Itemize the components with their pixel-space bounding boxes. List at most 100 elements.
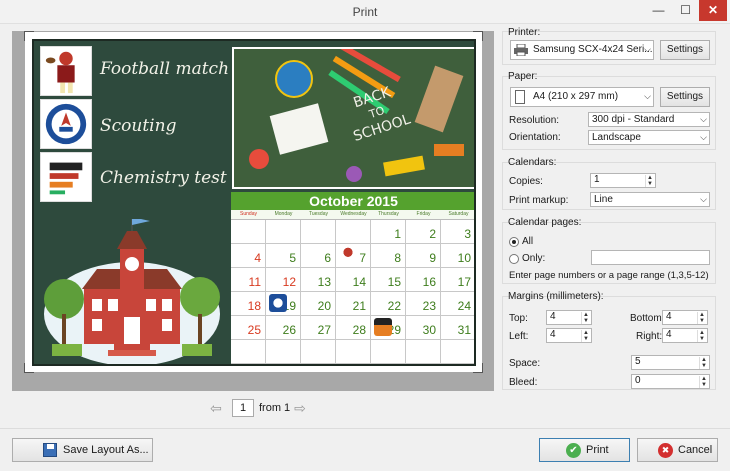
weekday-label: Friday bbox=[416, 211, 431, 217]
label-scouting: Scouting bbox=[100, 116, 177, 136]
calendar-day-cell: 26 bbox=[266, 316, 301, 340]
margins-group: Margins (millimeters): Top: 4 ▲ ▼ Bottom:… bbox=[502, 291, 716, 390]
calendar-day-number: 18 bbox=[247, 299, 261, 313]
calendar-day-number: 25 bbox=[247, 323, 261, 337]
green-check-icon: ✔ bbox=[566, 443, 581, 458]
space-spinner[interactable]: 5 ▲ ▼ bbox=[631, 355, 710, 370]
calendar-day-cell: 27 bbox=[301, 316, 336, 340]
only-pages-radio[interactable] bbox=[509, 254, 519, 264]
calendar-day-cell bbox=[336, 340, 371, 364]
calendar-day-number: 15 bbox=[387, 275, 401, 289]
chalkboard-background: Football match Scouting Chemistry test B… bbox=[32, 39, 476, 366]
calendar-day-number: 10 bbox=[457, 251, 471, 265]
spinner-arrows-icon[interactable]: ▲ ▼ bbox=[697, 330, 706, 342]
calendar-day-number: 9 bbox=[429, 251, 436, 265]
calendar-day-number: 4 bbox=[254, 251, 261, 265]
page-count-label: from 1 bbox=[259, 402, 291, 414]
calendar-day-number: 16 bbox=[422, 275, 436, 289]
paper-size-select[interactable]: A4 (210 x 297 mm) ⌵ bbox=[510, 87, 654, 107]
calendar-day-number: 28 bbox=[352, 323, 366, 337]
scout-emblem-thumbnail bbox=[40, 99, 92, 149]
calendar-day-number: 17 bbox=[457, 275, 471, 289]
calendar-day-cell: 6 bbox=[301, 244, 336, 268]
print-preview: Football match Scouting Chemistry test B… bbox=[12, 31, 494, 391]
cancel-button[interactable]: ✖ Cancel bbox=[637, 438, 718, 462]
calendar-day-cell: 18 bbox=[231, 292, 266, 316]
calendar-day-number: 21 bbox=[352, 299, 366, 313]
calendar-day-cell: 30 bbox=[406, 316, 441, 340]
calendar-day-cell bbox=[301, 220, 336, 244]
spinner-arrows-icon[interactable]: ▲ ▼ bbox=[581, 312, 590, 324]
calendar-day-cell: 24 bbox=[441, 292, 474, 316]
margin-left-value: 4 bbox=[550, 329, 556, 340]
calendar-day-cell: 15 bbox=[371, 268, 406, 292]
spinner-arrows-icon[interactable]: ▲ ▼ bbox=[699, 376, 708, 388]
paper-size-value: A4 (210 x 297 mm) bbox=[533, 91, 619, 102]
next-page-icon[interactable]: ⇨ bbox=[292, 401, 308, 415]
save-layout-button[interactable]: Save Layout As... bbox=[12, 438, 153, 462]
all-pages-radio[interactable] bbox=[509, 237, 519, 247]
close-button[interactable]: ✕ bbox=[699, 0, 727, 21]
page-range-input[interactable] bbox=[591, 250, 710, 265]
resolution-select[interactable]: 300 dpi - Standard ⌵ bbox=[588, 112, 710, 127]
save-layout-label: Save Layout As... bbox=[63, 444, 149, 456]
title-bar: Print — ☐ ✕ bbox=[0, 0, 730, 24]
cancel-button-label: Cancel bbox=[678, 444, 713, 456]
red-cancel-icon: ✖ bbox=[658, 443, 673, 458]
calendar-day-cell bbox=[231, 220, 266, 244]
calendar-day-cell: 21 bbox=[336, 292, 371, 316]
margin-bottom-spinner[interactable]: 4 ▲ ▼ bbox=[662, 310, 708, 325]
calendar-day-number: 6 bbox=[324, 251, 331, 265]
spinner-arrows-icon[interactable]: ▲ ▼ bbox=[581, 330, 590, 342]
page-number-input[interactable]: 1 bbox=[232, 399, 254, 417]
calendar-day-number: 30 bbox=[422, 323, 436, 337]
calendar-day-cell: 9 bbox=[406, 244, 441, 268]
chevron-down-icon: ⌵ bbox=[644, 91, 651, 101]
print-markup-value: Line bbox=[594, 194, 613, 205]
print-markup-select[interactable]: Line ⌵ bbox=[590, 192, 710, 207]
calendar-day-cell bbox=[441, 340, 474, 364]
calendar-day-number: 22 bbox=[387, 299, 401, 313]
football-event-image bbox=[339, 246, 357, 264]
margin-right-value: 4 bbox=[666, 329, 672, 340]
calendar-day-number: 14 bbox=[352, 275, 366, 289]
margin-left-spinner[interactable]: 4 ▲ ▼ bbox=[546, 328, 592, 343]
calendar-day-number: 26 bbox=[282, 323, 296, 337]
calendar-day-cell bbox=[301, 340, 336, 364]
calendar-day-cell: 11 bbox=[231, 268, 266, 292]
calendars-group: Calendars: Copies: 1 ▲ ▼ Print markup: Li… bbox=[502, 157, 716, 210]
minimize-button[interactable]: — bbox=[645, 0, 672, 21]
printer-icon bbox=[514, 43, 528, 57]
printer-select[interactable]: Samsung SCX-4x24 Seri... ⌵ bbox=[510, 40, 654, 60]
previous-page-icon[interactable]: ⇦ bbox=[208, 401, 224, 415]
spinner-arrows-icon[interactable]: ▲ ▼ bbox=[645, 175, 654, 187]
margin-bottom-label: Bottom: bbox=[630, 313, 665, 324]
chevron-down-icon: ⌵ bbox=[644, 44, 651, 54]
calendar-day-cell bbox=[336, 220, 371, 244]
preview-page: Football match Scouting Chemistry test B… bbox=[24, 31, 483, 373]
calendar-day-number: 20 bbox=[317, 299, 331, 313]
printer-settings-button[interactable]: Settings bbox=[660, 40, 710, 60]
calendar-day-cell: 16 bbox=[406, 268, 441, 292]
calendar-day-number: 31 bbox=[457, 323, 471, 337]
maximize-button[interactable]: ☐ bbox=[672, 0, 699, 21]
paper-settings-button[interactable]: Settings bbox=[660, 87, 710, 107]
spinner-arrows-icon[interactable]: ▲ ▼ bbox=[699, 357, 708, 369]
spinner-arrows-icon[interactable]: ▲ ▼ bbox=[697, 312, 706, 324]
calendar-day-number: 13 bbox=[317, 275, 331, 289]
weekday-header-row: Sunday Monday Tuesday Wednesday Thursday Frid… bbox=[231, 210, 474, 219]
margin-right-spinner[interactable]: 4 ▲ ▼ bbox=[662, 328, 708, 343]
calendar-day-number: 27 bbox=[317, 323, 331, 337]
label-football-match: Football match bbox=[100, 59, 230, 79]
bleed-label: Bleed: bbox=[509, 377, 538, 388]
print-button[interactable]: ✔ Print bbox=[539, 438, 630, 462]
copies-spinner[interactable]: 1 ▲ ▼ bbox=[590, 173, 656, 188]
orientation-select[interactable]: Landscape ⌵ bbox=[588, 130, 710, 145]
calendar-title: October 2015 bbox=[231, 192, 474, 210]
calendar-day-number: 5 bbox=[289, 251, 296, 265]
calendar-day-cell: 3 bbox=[441, 220, 474, 244]
bleed-spinner[interactable]: 0 ▲ ▼ bbox=[631, 374, 710, 389]
margin-right-label: Right: bbox=[636, 331, 663, 342]
calendar-day-number: 2 bbox=[429, 227, 436, 241]
margin-top-spinner[interactable]: 4 ▲ ▼ bbox=[546, 310, 592, 325]
